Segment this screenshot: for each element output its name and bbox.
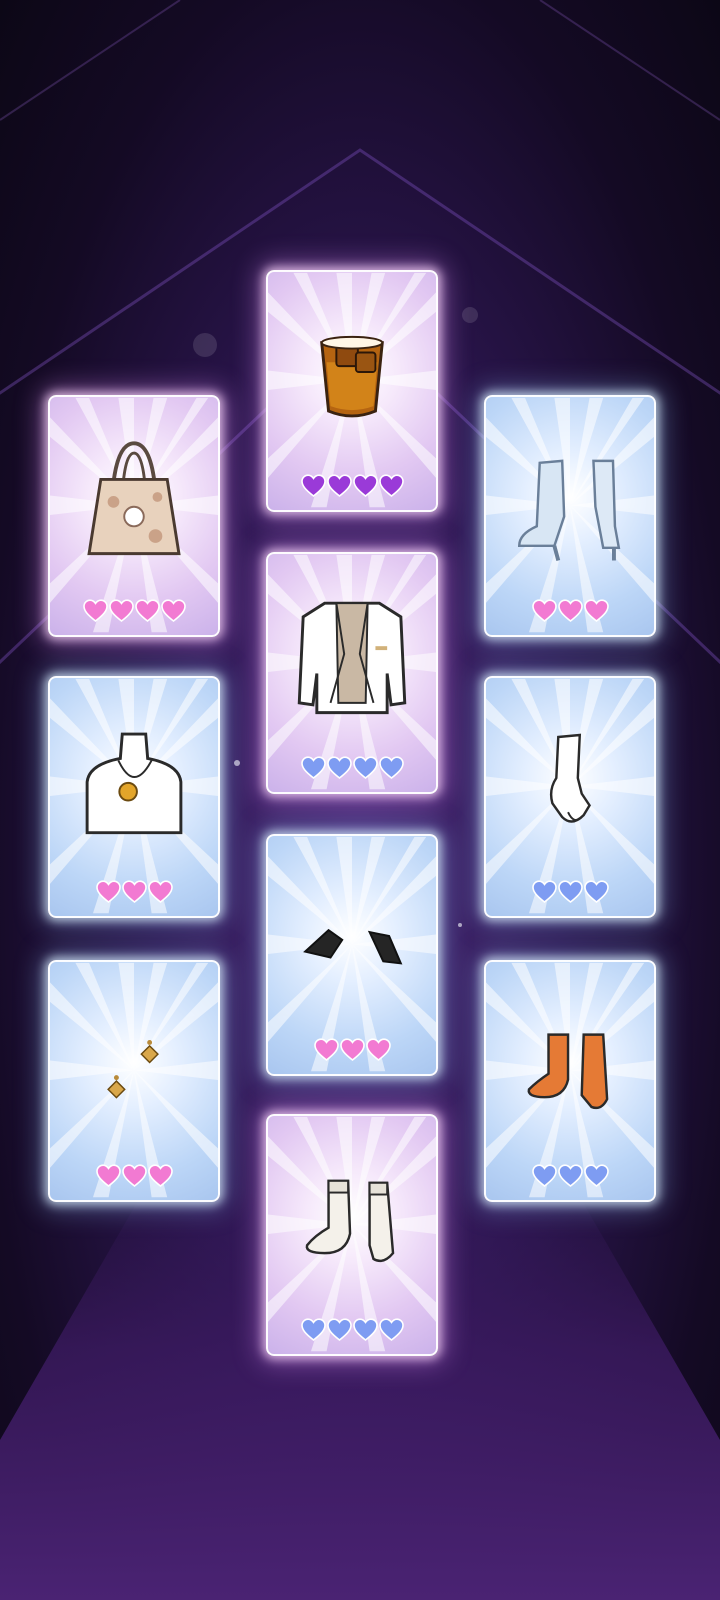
boots-icon [517, 459, 621, 561]
heart-icon [557, 880, 583, 903]
heart-icon [313, 1038, 339, 1061]
heart-icon [583, 880, 609, 903]
heart-icon [531, 1164, 557, 1187]
heart-icon [121, 1164, 147, 1187]
rating-hearts [268, 756, 436, 782]
rating-hearts [486, 880, 654, 906]
card-whiskey[interactable] [266, 270, 438, 512]
card-earrings[interactable] [48, 960, 220, 1202]
heart-icon [583, 599, 609, 622]
heart-icon [300, 1318, 326, 1341]
heart-icon [557, 599, 583, 622]
cuffs-icon [303, 928, 403, 965]
heart-icon [378, 1318, 404, 1341]
heart-icon [378, 756, 404, 779]
heart-icon [82, 599, 108, 622]
heart-icon [378, 474, 404, 497]
earrings-icon [107, 1040, 159, 1099]
heart-icon [134, 599, 160, 622]
heart-icon [557, 1164, 583, 1187]
orange-socks-icon [527, 1033, 609, 1110]
heart-icon [326, 474, 352, 497]
rating-hearts [50, 599, 218, 625]
heart-icon [531, 599, 557, 622]
handbag-icon [87, 441, 181, 556]
rating-hearts [268, 1318, 436, 1344]
heart-icon [121, 880, 147, 903]
rating-hearts [268, 474, 436, 500]
heart-icon [300, 756, 326, 779]
heart-icon [352, 1318, 378, 1341]
card-cuffs[interactable] [266, 834, 438, 1076]
rating-hearts [486, 1164, 654, 1190]
rating-hearts [50, 1164, 218, 1190]
heart-icon [160, 599, 186, 622]
rating-hearts [486, 599, 654, 625]
heart-icon [326, 756, 352, 779]
glove-icon [549, 733, 591, 823]
rating-hearts [50, 880, 218, 906]
heart-icon [326, 1318, 352, 1341]
heart-icon [339, 1038, 365, 1061]
card-blazer[interactable] [266, 552, 438, 794]
necklace-icon [85, 732, 183, 835]
rating-hearts [268, 1038, 436, 1064]
whiskey-glass-icon [320, 335, 384, 418]
card-boots[interactable] [484, 395, 656, 637]
heart-icon [95, 880, 121, 903]
card-orange-socks[interactable] [484, 960, 656, 1202]
heart-icon [365, 1038, 391, 1061]
heart-icon [300, 474, 326, 497]
heart-icon [583, 1164, 609, 1187]
heart-icon [147, 1164, 173, 1187]
card-glove[interactable] [484, 676, 656, 918]
card-handbag[interactable] [48, 395, 220, 637]
heart-icon [531, 880, 557, 903]
heart-icon [95, 1164, 121, 1187]
white-socks-icon [305, 1179, 395, 1263]
heart-icon [352, 756, 378, 779]
card-necklace[interactable] [48, 676, 220, 918]
heart-icon [147, 880, 173, 903]
heart-icon [108, 599, 134, 622]
heart-icon [352, 474, 378, 497]
card-white-socks[interactable] [266, 1114, 438, 1356]
blazer-icon [297, 601, 407, 715]
